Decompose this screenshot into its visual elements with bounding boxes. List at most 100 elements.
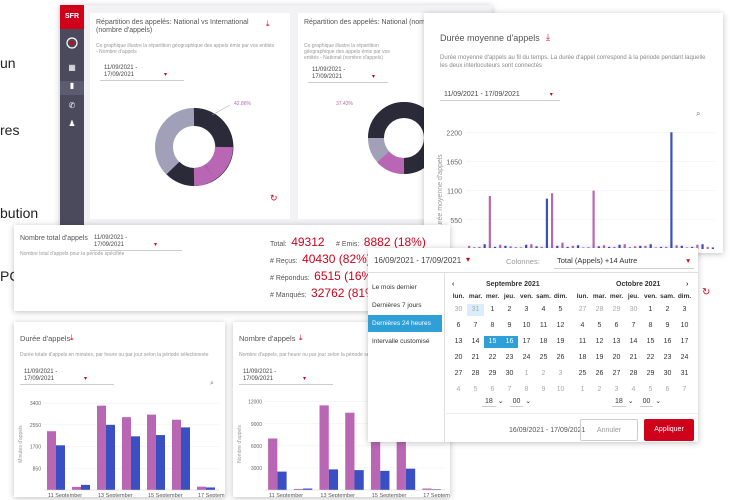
calendar-day[interactable]: 3 xyxy=(676,304,693,316)
calendar-day[interactable]: 20 xyxy=(608,352,625,364)
calendar-day[interactable]: 18 xyxy=(574,352,591,364)
next-month-icon[interactable]: › xyxy=(686,281,688,288)
calendar-day[interactable]: 10 xyxy=(552,384,569,396)
calendar-day[interactable]: 15 xyxy=(642,336,659,348)
calendar-day[interactable]: 5 xyxy=(467,384,484,396)
calendar-day[interactable]: 8 xyxy=(484,320,501,332)
calendar-day[interactable]: 4 xyxy=(535,304,552,316)
calendar-day[interactable]: 6 xyxy=(450,320,467,332)
preset-custom-range[interactable]: Intervalle customisé xyxy=(368,333,442,350)
calendar-day[interactable]: 15 xyxy=(484,336,501,348)
minute-select[interactable]: 00 xyxy=(639,397,654,407)
calendar-day[interactable]: 9 xyxy=(501,320,518,332)
calendar-day[interactable]: 4 xyxy=(574,320,591,332)
calendar-day[interactable]: 27 xyxy=(574,304,591,316)
calendar-day[interactable]: 12 xyxy=(552,320,569,332)
calendar-day[interactable]: 6 xyxy=(608,320,625,332)
calendar-day[interactable]: 27 xyxy=(450,368,467,380)
calendar-day[interactable]: 10 xyxy=(676,320,693,332)
calendar-day[interactable]: 25 xyxy=(535,352,552,364)
preset-last-month[interactable]: Le mois dernier xyxy=(368,279,442,296)
user-icon[interactable]: ♟ xyxy=(60,119,84,128)
calendar-day[interactable]: 29 xyxy=(642,368,659,380)
calendar-day[interactable]: 20 xyxy=(450,352,467,364)
prev-month-icon[interactable]: ‹ xyxy=(452,281,454,288)
calendar-day[interactable]: 1 xyxy=(518,368,535,380)
date-range-dropdown[interactable]: 11/09/2021 - 17/09/2021 ▾ xyxy=(440,89,560,101)
picker-range-display[interactable]: 16/09/2021 - 17/09/2021 xyxy=(374,256,461,265)
refresh-icon[interactable]: ↻ xyxy=(270,193,278,204)
preset-last-7-days[interactable]: Dernières 7 jours xyxy=(368,297,442,314)
calendar-day[interactable]: 13 xyxy=(608,336,625,348)
calendar-day[interactable]: 21 xyxy=(625,352,642,364)
calendar-day[interactable]: 1 xyxy=(642,304,659,316)
calendar-day[interactable]: 31 xyxy=(676,368,693,380)
chevron-down-icon[interactable]: ▾ xyxy=(466,255,470,264)
calendar-day[interactable]: 23 xyxy=(501,352,518,364)
calendar-day[interactable]: 19 xyxy=(591,352,608,364)
calendar-day[interactable]: 9 xyxy=(535,384,552,396)
date-range-dropdown[interactable]: 11/09/2021 - 17/09/2021 ▾ xyxy=(239,367,333,385)
calendar-day[interactable]: 31 xyxy=(467,304,484,316)
calendar-day[interactable]: 29 xyxy=(484,368,501,380)
preset-last-24-hours[interactable]: Dernières 24 heures xyxy=(368,315,442,332)
refresh-icon[interactable]: ↻ xyxy=(702,287,710,298)
calendar-day[interactable]: 19 xyxy=(552,336,569,348)
calendar-day[interactable]: 12 xyxy=(591,336,608,348)
calendar-day[interactable]: 9 xyxy=(659,320,676,332)
calendar-day[interactable]: 21 xyxy=(467,352,484,364)
download-icon[interactable]: ⤓ xyxy=(266,19,270,29)
zoom-icon[interactable]: ⌕ xyxy=(210,380,214,388)
calendar-day[interactable]: 18 xyxy=(535,336,552,348)
calendar-day[interactable]: 2 xyxy=(659,304,676,316)
calendar-day[interactable]: 7 xyxy=(676,384,693,396)
calendar-day[interactable]: 1 xyxy=(484,304,501,316)
calendar-day[interactable]: 17 xyxy=(676,336,693,348)
calendar-day[interactable]: 7 xyxy=(501,384,518,396)
download-icon[interactable]: ⤓ xyxy=(299,333,303,343)
calendar-day[interactable]: 14 xyxy=(625,336,642,348)
calendar-day[interactable]: 13 xyxy=(450,336,467,348)
calendar-day[interactable]: 8 xyxy=(642,320,659,332)
calendar-day[interactable]: 17 xyxy=(518,336,535,348)
grid-icon[interactable]: ▦ xyxy=(60,63,84,72)
right-time-select[interactable]: 18 ⌄ 00 ⌄ xyxy=(612,397,661,407)
calendar-day[interactable]: 5 xyxy=(642,384,659,396)
calendar-day[interactable]: 11 xyxy=(535,320,552,332)
date-range-dropdown[interactable]: 11/09/2021 - 17/09/2021 ▾ xyxy=(90,233,182,251)
calendar-day[interactable]: 3 xyxy=(608,384,625,396)
calendar-day[interactable]: 7 xyxy=(467,320,484,332)
calendar-day[interactable]: 28 xyxy=(591,304,608,316)
date-range-dropdown[interactable]: 11/09/2021 - 17/09/2021 ▾ xyxy=(308,65,388,83)
calendar-day[interactable]: 6 xyxy=(484,384,501,396)
calendar-day[interactable]: 5 xyxy=(552,304,569,316)
calendar-day[interactable]: 4 xyxy=(450,384,467,396)
apply-button[interactable]: Appliquer xyxy=(644,419,694,441)
columns-select[interactable]: Total (Appels) +14 Autre ▾ xyxy=(554,253,694,269)
calendar-day[interactable]: 26 xyxy=(591,368,608,380)
calendar-day[interactable]: 28 xyxy=(467,368,484,380)
settings-icon[interactable] xyxy=(60,37,84,51)
calendar-day[interactable]: 11 xyxy=(574,336,591,348)
calendar-day[interactable]: 1 xyxy=(574,384,591,396)
hour-select[interactable]: 18 xyxy=(612,397,626,407)
calendar-day[interactable]: 6 xyxy=(659,384,676,396)
minute-select[interactable]: 00 xyxy=(509,397,524,407)
calendar-day[interactable]: 26 xyxy=(552,352,569,364)
calendar-day[interactable]: 24 xyxy=(518,352,535,364)
hour-select[interactable]: 18 xyxy=(482,397,496,407)
calendar-day[interactable]: 16 xyxy=(501,336,518,348)
phone-icon[interactable]: ✆ xyxy=(60,101,84,110)
calendar-day[interactable]: 30 xyxy=(501,368,518,380)
date-range-dropdown[interactable]: 11/09/2021 - 17/09/2021 ▾ xyxy=(100,63,184,81)
calendar-day[interactable]: 4 xyxy=(625,384,642,396)
calendar-day[interactable]: 25 xyxy=(574,368,591,380)
calendar-day[interactable]: 29 xyxy=(608,304,625,316)
calendar-day[interactable]: 14 xyxy=(467,336,484,348)
calendar-day[interactable]: 7 xyxy=(625,320,642,332)
cancel-button[interactable]: Annuler xyxy=(580,419,638,441)
chart-icon[interactable]: ▮ xyxy=(60,81,84,95)
calendar-day[interactable]: 24 xyxy=(676,352,693,364)
calendar-day[interactable]: 8 xyxy=(518,384,535,396)
calendar-day[interactable]: 5 xyxy=(591,320,608,332)
